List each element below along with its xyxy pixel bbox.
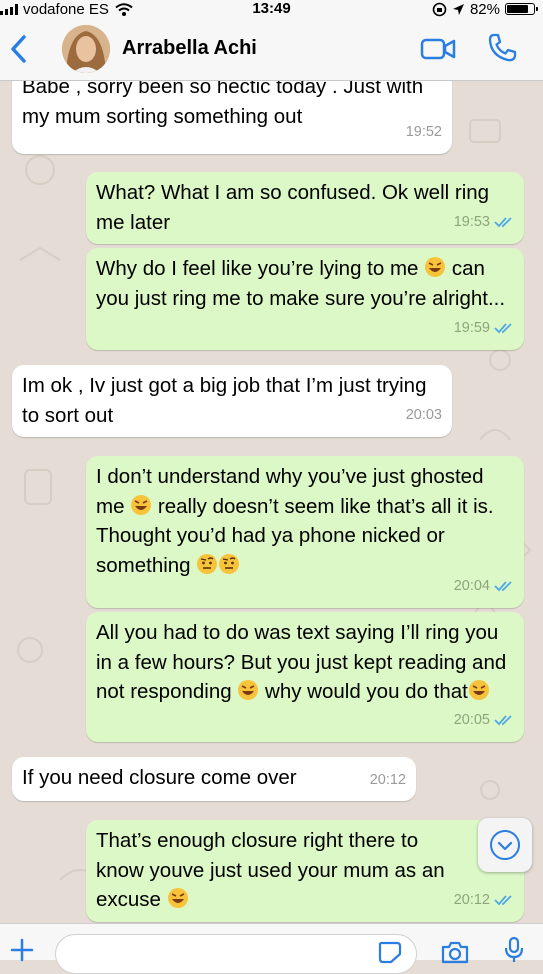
message-time: 20:04 (453, 577, 490, 594)
status-bar: vodafone ES 13:49 82% (0, 0, 543, 18)
laughing-emoji-icon (238, 680, 259, 700)
microphone-icon[interactable] (503, 936, 525, 964)
message-time: 19:59 (453, 319, 490, 336)
raised-eyebrow-emoji-icon (197, 553, 218, 574)
orientation-lock-icon (432, 2, 447, 16)
message-time: 20:05 (453, 711, 490, 728)
message-text: Im ok , Iv just got a big job that I’m j… (22, 374, 427, 427)
message-text: I don’t understand why you’ve just ghost… (96, 465, 494, 577)
message-time: 20:12 (453, 891, 490, 908)
chevron-down-icon (490, 830, 520, 860)
message-text: What? What I am so confused. Ok well rin… (96, 181, 490, 234)
scroll-to-bottom-button[interactable] (478, 818, 532, 872)
read-ticks-icon (494, 217, 512, 228)
message-input[interactable] (55, 934, 417, 974)
message-text: Babe , sorry been so hectic today . Just… (22, 80, 424, 128)
message-text: That’s enough closure right there to kno… (96, 829, 445, 911)
avatar[interactable] (62, 25, 110, 73)
read-ticks-icon (494, 581, 512, 592)
camera-icon[interactable] (440, 940, 470, 964)
message-outgoing[interactable]: Why do I feel like you’re lying to me ca… (86, 248, 524, 350)
back-icon[interactable] (6, 32, 32, 66)
message-incoming[interactable]: Babe , sorry been so hectic today . Just… (12, 80, 452, 154)
phone-icon[interactable] (486, 32, 518, 64)
sticker-icon[interactable] (377, 940, 403, 964)
message-incoming[interactable]: Im ok , Iv just got a big job that I’m j… (12, 365, 452, 437)
read-ticks-icon (494, 323, 512, 334)
laughing-emoji-icon (468, 680, 489, 700)
location-icon (452, 3, 464, 15)
input-bar (0, 923, 543, 974)
read-ticks-icon (494, 715, 512, 726)
message-time: 19:52 (405, 123, 442, 140)
contact-name[interactable]: Arrabella Achi (122, 37, 257, 60)
message-incoming[interactable]: If you need closure come over 20:12 (12, 757, 416, 801)
battery-icon (505, 3, 538, 15)
battery-percent: 82% (469, 0, 500, 18)
message-text: Why do I feel like you’re lying to me ca… (96, 257, 506, 310)
message-outgoing[interactable]: I don’t understand why you’ve just ghost… (86, 456, 524, 608)
message-time: 19:53 (453, 213, 490, 230)
raised-eyebrow-emoji-icon (219, 553, 240, 574)
message-time: 20:03 (405, 406, 442, 423)
read-ticks-icon (494, 895, 512, 906)
video-call-icon[interactable] (420, 36, 456, 62)
message-outgoing[interactable]: All you had to do was text saying I’ll r… (86, 612, 524, 742)
message-list[interactable]: Babe , sorry been so hectic today . Just… (0, 80, 543, 923)
message-outgoing[interactable]: What? What I am so confused. Ok well rin… (86, 172, 524, 244)
laughing-emoji-icon (131, 494, 152, 515)
message-text: All you had to do was text saying I’ll r… (96, 621, 507, 703)
laughing-emoji-icon (167, 888, 188, 908)
chat-header: Arrabella Achi (0, 18, 543, 81)
message-outgoing[interactable]: That’s enough closure right there to kno… (86, 820, 524, 922)
plus-icon[interactable] (8, 938, 36, 962)
message-time: 20:12 (369, 771, 406, 788)
message-text: If you need closure come over (22, 766, 297, 789)
laughing-emoji-icon (425, 257, 446, 277)
